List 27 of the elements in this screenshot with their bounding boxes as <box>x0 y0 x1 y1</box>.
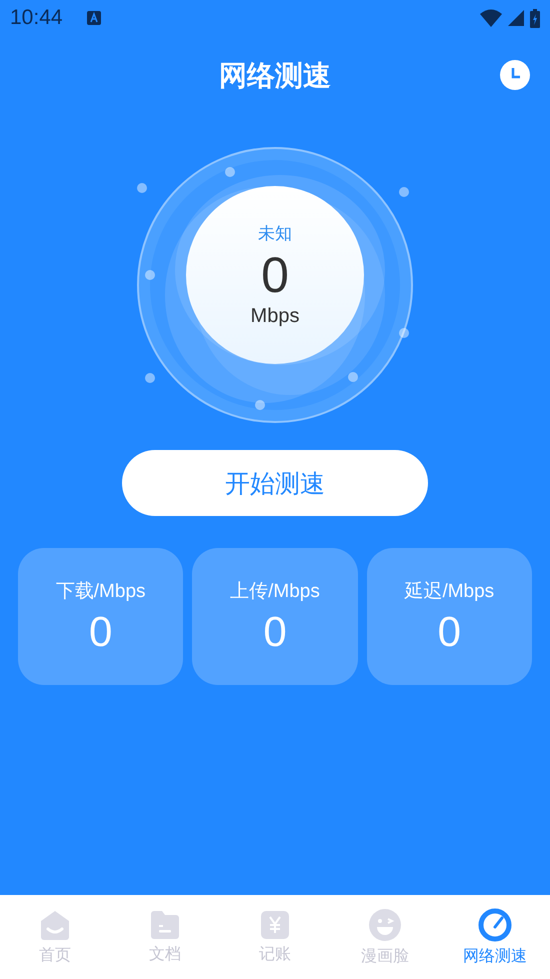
clock-icon[interactable] <box>500 60 530 90</box>
page-title: 网络测速 <box>219 58 331 94</box>
folder-icon <box>149 910 181 940</box>
speed-unit: Mbps <box>250 305 300 328</box>
speed-value: 0 <box>261 246 289 305</box>
speedometer-icon <box>478 908 512 942</box>
smiley-icon <box>368 908 402 942</box>
nav-tab[interactable]: 记账 <box>220 895 330 979</box>
home-icon <box>39 908 71 940</box>
stat-value: 0 <box>88 608 112 656</box>
nav-tab[interactable]: 网络测速 <box>440 895 550 979</box>
stat-label: 下载/Mbps <box>56 580 146 604</box>
stat-label: 上传/Mbps <box>230 580 320 604</box>
signal-icon <box>508 10 524 26</box>
yen-icon <box>260 910 290 940</box>
wifi-icon <box>480 9 502 27</box>
speed-status: 未知 <box>258 223 292 245</box>
status-time: 10:44 <box>10 6 63 30</box>
stat-value: 0 <box>438 608 461 656</box>
stat-value: 0 <box>263 608 287 656</box>
start-test-button[interactable]: 开始测速 <box>122 450 428 516</box>
nav-tab[interactable]: 漫画脸 <box>330 895 440 979</box>
nav-tab[interactable]: 首页 <box>0 895 110 979</box>
nav-tab[interactable]: 文档 <box>110 895 220 979</box>
stat-label: 延迟/Mbps <box>404 580 494 604</box>
keyboard-notification-icon <box>86 11 101 25</box>
battery-icon <box>530 8 540 28</box>
